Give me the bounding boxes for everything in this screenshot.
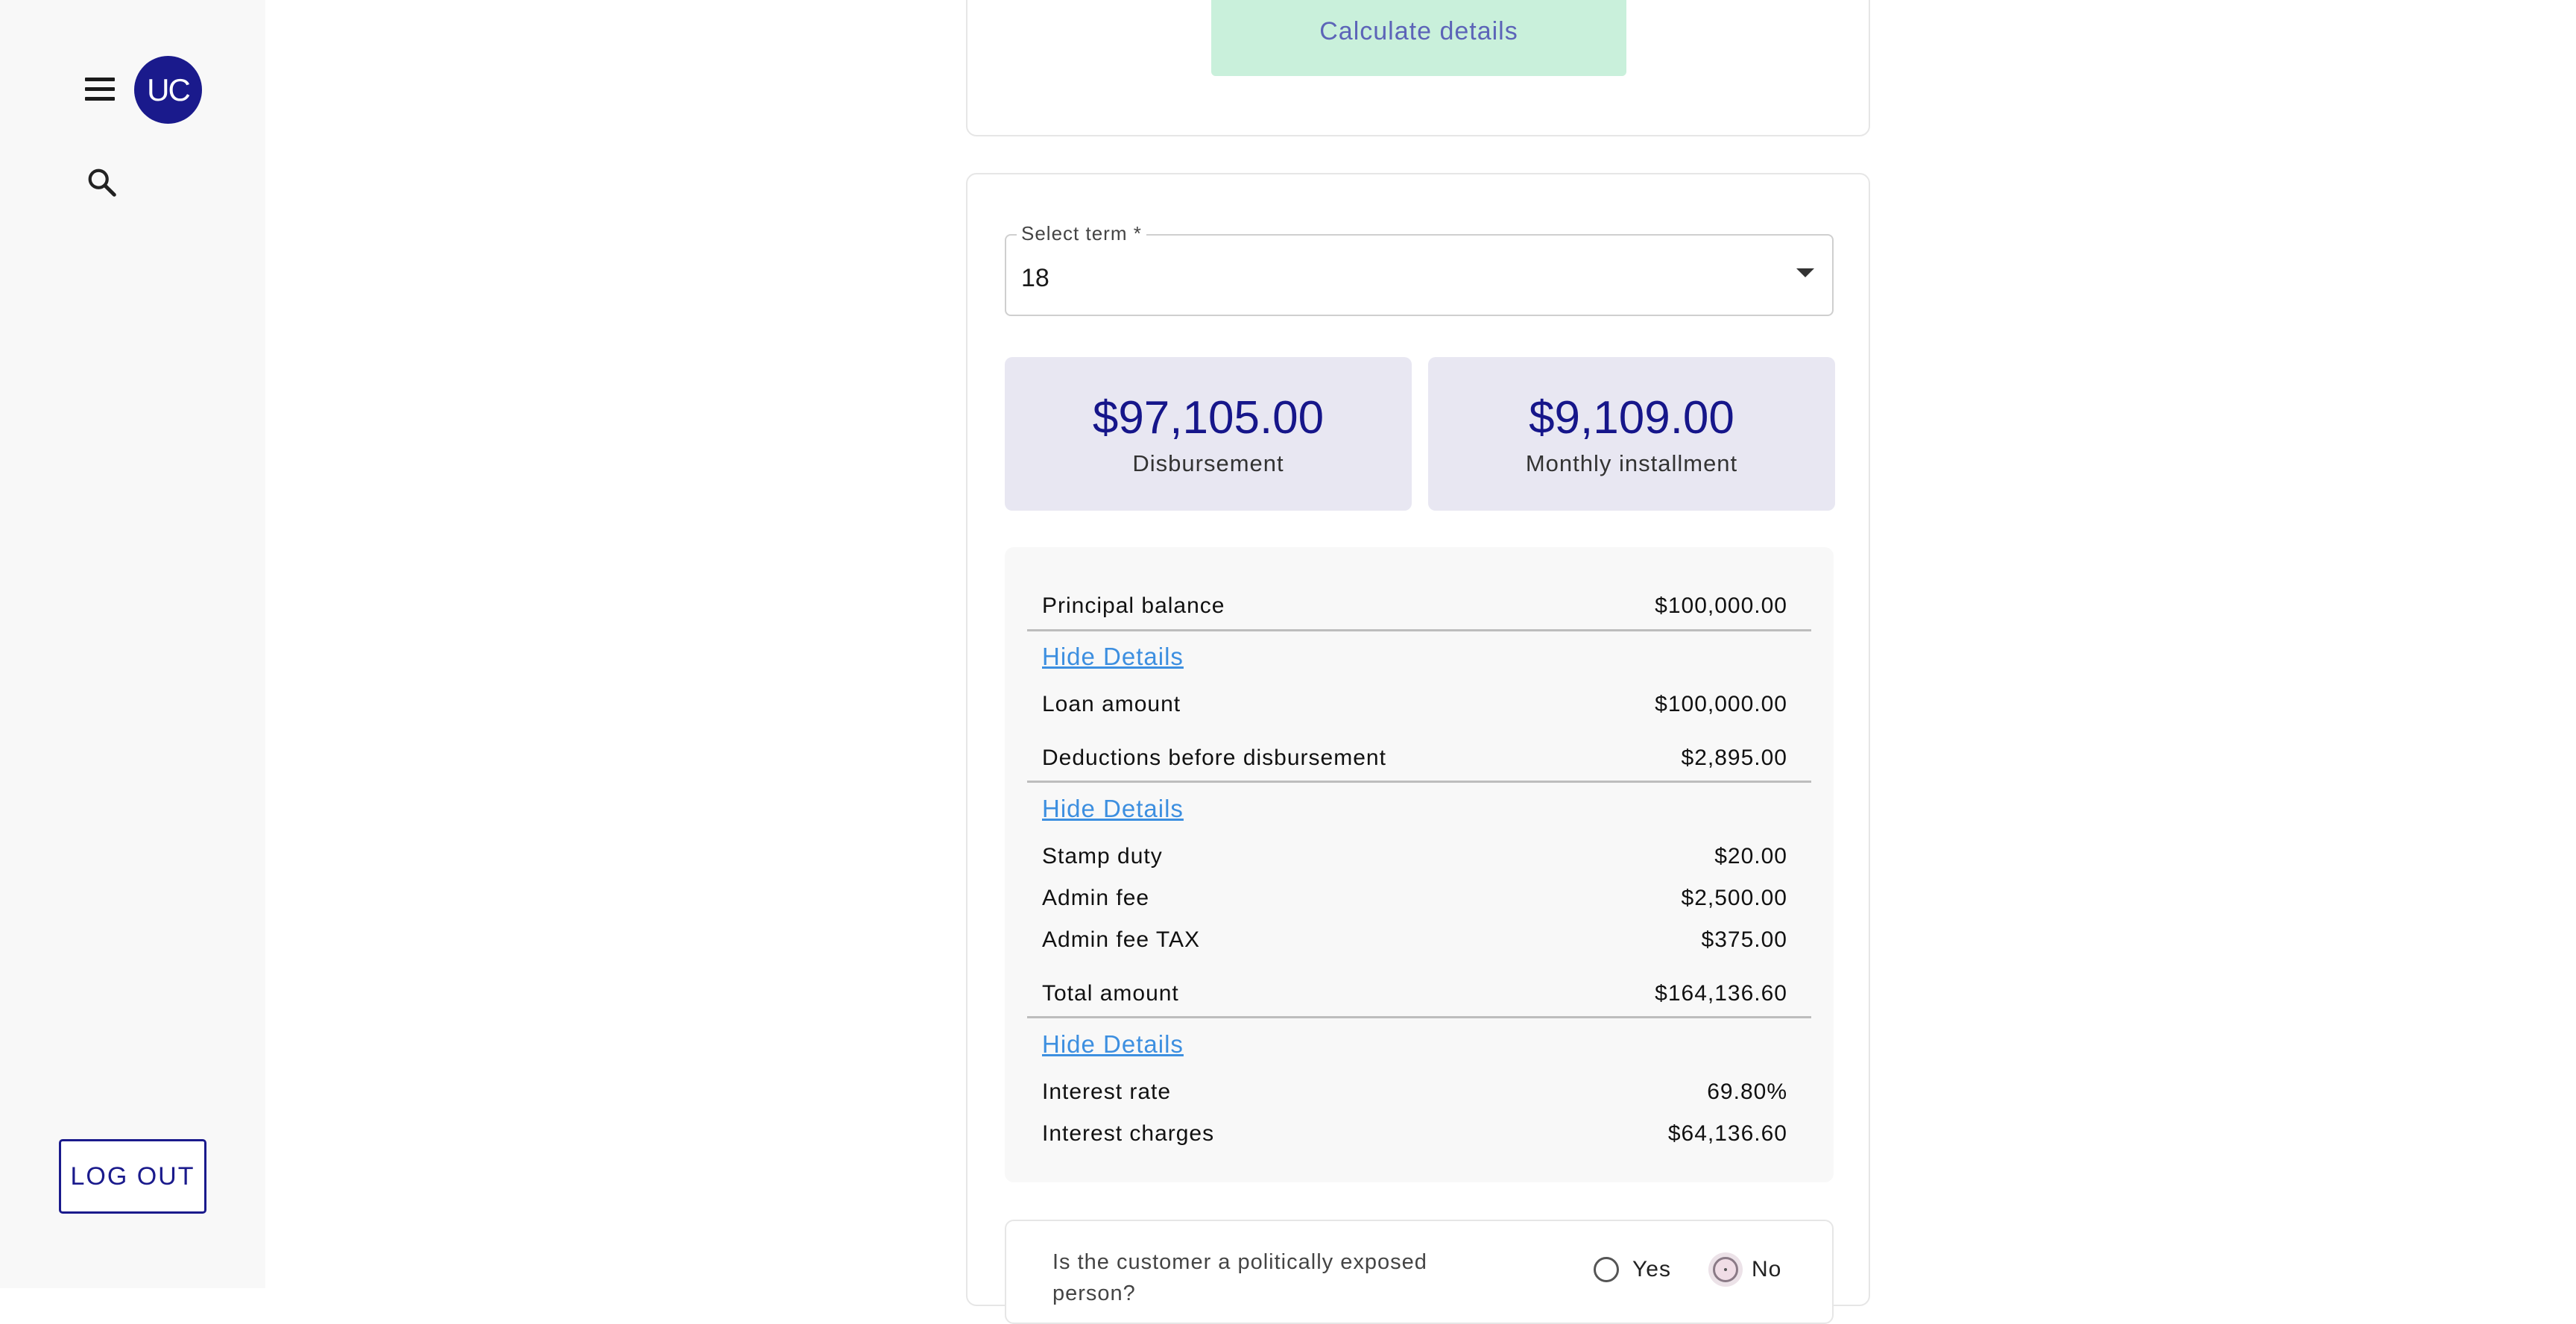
details-panel: Principal balance $100,000.00 Hide Detai… xyxy=(1005,547,1834,1182)
principal-balance-value: $100,000.00 xyxy=(1655,593,1787,618)
deductions-value: $2,895.00 xyxy=(1681,745,1787,770)
pep-yes-option[interactable]: Yes xyxy=(1594,1257,1671,1282)
term-select-label: Select term * xyxy=(1017,222,1146,245)
monthly-installment-label: Monthly installment xyxy=(1525,450,1738,476)
interest-charges-row: Interest charges $64,136.60 xyxy=(1042,1121,1787,1147)
disbursement-amount: $97,105.00 xyxy=(1092,391,1325,444)
total-amount-value: $164,136.60 xyxy=(1655,981,1787,1006)
interest-charges-label: Interest charges xyxy=(1042,1121,1215,1146)
radio-no[interactable] xyxy=(1713,1257,1738,1282)
disbursement-label: Disbursement xyxy=(1132,450,1284,476)
search-icon[interactable] xyxy=(85,166,119,200)
interest-rate-row: Interest rate 69.80% xyxy=(1042,1079,1787,1105)
avatar[interactable]: UC xyxy=(134,56,202,124)
term-select[interactable]: Select term * 18 xyxy=(1005,222,1834,316)
stamp-duty-value: $20.00 xyxy=(1714,844,1787,869)
loan-details-card: Select term * 18 $97,105.00 Disbursement… xyxy=(966,173,1870,1324)
admin-fee-label: Admin fee xyxy=(1042,886,1150,910)
interest-rate-label: Interest rate xyxy=(1042,1079,1172,1104)
loan-amount-label: Loan amount xyxy=(1042,692,1181,716)
pep-no-label: No xyxy=(1752,1257,1782,1282)
principal-balance-row: Principal balance $100,000.00 xyxy=(1042,593,1787,619)
sidebar: UC LOG OUT xyxy=(0,0,265,1288)
hide-details-link-principal[interactable]: Hide Details xyxy=(1042,643,1184,671)
interest-charges-value: $64,136.60 xyxy=(1667,1121,1787,1146)
menu-icon[interactable] xyxy=(79,72,121,106)
monthly-installment-amount: $9,109.00 xyxy=(1529,391,1734,444)
divider xyxy=(1027,629,1811,631)
calculate-card: Calculate details xyxy=(966,0,1870,136)
monthly-installment-tile: $9,109.00 Monthly installment xyxy=(1428,357,1835,511)
pep-question: Is the customer a politically exposed pe… xyxy=(1052,1250,1427,1305)
loan-amount-row: Loan amount $100,000.00 xyxy=(1042,692,1787,717)
admin-fee-tax-value: $375.00 xyxy=(1701,927,1787,952)
logout-button[interactable]: LOG OUT xyxy=(59,1139,206,1214)
total-amount-label: Total amount xyxy=(1042,981,1179,1006)
stamp-duty-label: Stamp duty xyxy=(1042,844,1163,869)
admin-fee-value: $2,500.00 xyxy=(1681,886,1787,910)
calculate-details-button[interactable]: Calculate details xyxy=(1211,0,1626,76)
term-select-value: 18 xyxy=(1021,264,1049,292)
admin-fee-row: Admin fee $2,500.00 xyxy=(1042,886,1787,911)
pep-question-card: Is the customer a politically exposed pe… xyxy=(1005,1220,1834,1324)
pep-yes-label: Yes xyxy=(1632,1257,1671,1282)
divider xyxy=(1027,781,1811,783)
pep-no-option[interactable]: No xyxy=(1713,1257,1781,1282)
stamp-duty-row: Stamp duty $20.00 xyxy=(1042,844,1787,869)
deductions-label: Deductions before disbursement xyxy=(1042,745,1386,770)
admin-fee-tax-label: Admin fee TAX xyxy=(1042,927,1200,952)
divider xyxy=(1027,1016,1811,1018)
hide-details-link-deductions[interactable]: Hide Details xyxy=(1042,795,1184,823)
loan-amount-value: $100,000.00 xyxy=(1655,692,1787,716)
admin-fee-tax-row: Admin fee TAX $375.00 xyxy=(1042,927,1787,953)
dropdown-arrow-icon[interactable] xyxy=(1796,268,1814,277)
disbursement-tile: $97,105.00 Disbursement xyxy=(1005,357,1412,511)
deductions-row: Deductions before disbursement $2,895.00 xyxy=(1042,745,1787,771)
total-amount-row: Total amount $164,136.60 xyxy=(1042,981,1787,1006)
interest-rate-value: 69.80% xyxy=(1707,1079,1787,1104)
radio-yes[interactable] xyxy=(1594,1257,1619,1282)
hide-details-link-total[interactable]: Hide Details xyxy=(1042,1030,1184,1059)
principal-balance-label: Principal balance xyxy=(1042,593,1225,618)
